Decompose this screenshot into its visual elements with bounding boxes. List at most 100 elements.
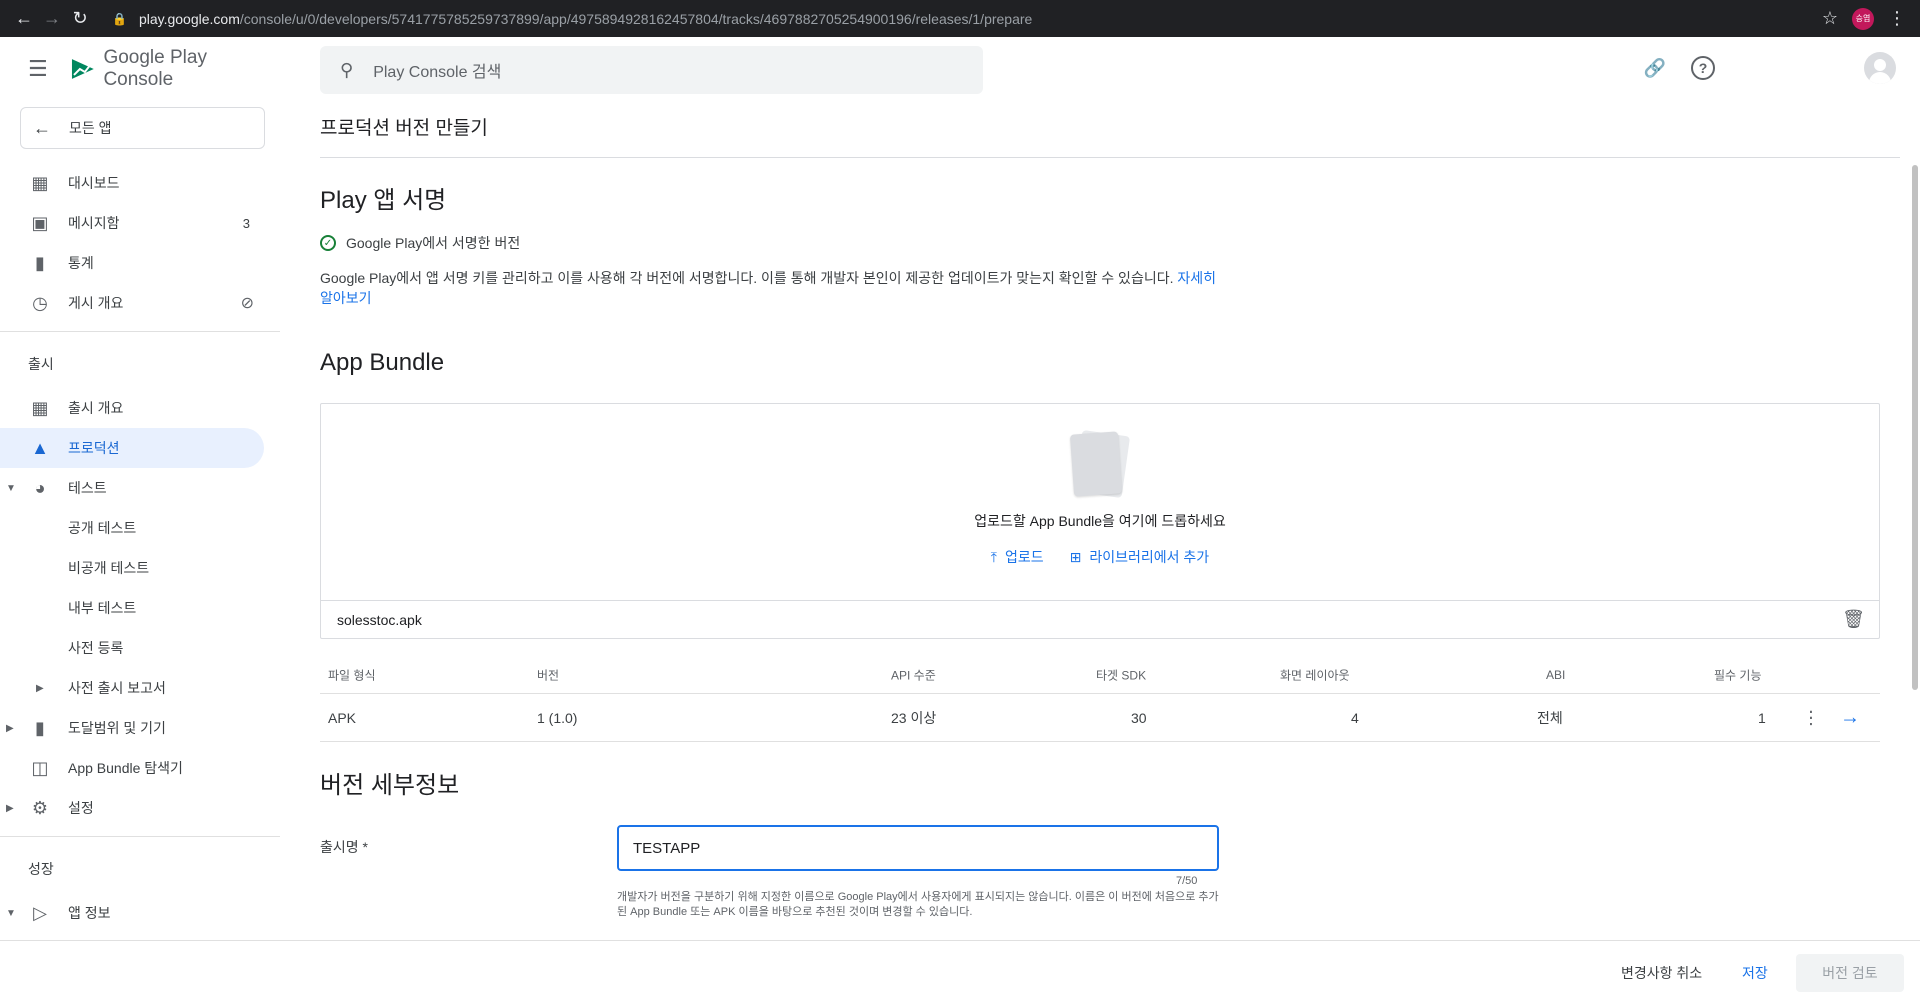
more-vert-icon[interactable]: ⋮ [1802, 707, 1820, 728]
sidebar-item-label: 게시 개요 [68, 295, 124, 311]
sidebar-item-settings[interactable]: ▶ ⚙ 설정 [0, 788, 280, 828]
reload-icon[interactable]: ↻ [66, 5, 94, 33]
avatar-body [1869, 72, 1891, 84]
help-icon[interactable]: ? [1691, 56, 1715, 80]
reach-devices-icon: ▮ [35, 717, 45, 738]
release-name-field[interactable] [617, 825, 1219, 871]
sidebar-divider [0, 836, 280, 837]
url-host: play.google.com [138, 10, 240, 27]
sidebar-item-label: 설정 [68, 800, 94, 816]
publish-overview-icon: ◷ [32, 292, 48, 313]
sidebar-item-label: App Bundle 탐색기 [68, 760, 183, 776]
sidebar-item-pre-registration[interactable]: 사전 등록 [0, 628, 280, 668]
scrollbar[interactable] [1912, 165, 1918, 690]
table-cell: 23 이상 [891, 709, 937, 726]
file-name: solesstoc.apk [337, 611, 422, 628]
sidebar-item-label: 통계 [68, 255, 94, 271]
sidebar-item-dashboard[interactable]: ▦ 대시보드 [0, 163, 280, 203]
sidebar-item-inbox[interactable]: ▣ 메시지함 3 [0, 203, 280, 243]
play-console-logo-icon [71, 59, 94, 79]
review-release-button[interactable]: 버전 검토 [1796, 954, 1904, 992]
caret-right-icon[interactable]: ▶ [6, 803, 14, 814]
sidebar-item-app-bundle-explorer[interactable]: ◫ App Bundle 탐색기 [0, 748, 280, 788]
sidebar-item-label: 메시지함 [68, 215, 120, 231]
title-divider [320, 157, 1900, 158]
sidebar-item-label: 대시보드 [68, 175, 120, 191]
release-name-label: 출시명 * [320, 839, 368, 855]
uploaded-file-row: solesstoc.apk 🗑 [321, 600, 1879, 638]
sidebar-item-publishing-overview[interactable]: ◷ 게시 개요 ⊘ [0, 283, 280, 323]
drop-hint: 업로드할 App Bundle을 여기에 드롭하세요 [974, 513, 1226, 529]
upload-button[interactable]: ⤒ 업로드 [991, 547, 1044, 567]
lock-icon: 🔒 [112, 11, 127, 26]
sidebar-item-reach-devices[interactable]: ▶ ▮ 도달범위 및 기기 [0, 708, 280, 748]
sidebar-divider [0, 331, 280, 332]
sidebar-item-label: 도달범위 및 기기 [68, 720, 166, 736]
all-apps-label: 모든 앱 [69, 120, 112, 136]
sidebar-item-testing[interactable]: ▼ ◕ 테스트 [0, 468, 280, 508]
add-from-library-label: 라이브러리에서 추가 [1089, 549, 1210, 565]
search-icon: ⚲ [340, 59, 354, 80]
action-bar: 변경사항 취소 저장 버전 검토 [0, 940, 1920, 1004]
dashboard-icon: ▦ [31, 172, 49, 193]
signing-description-text: Google Play에서 앱 서명 키를 관리하고 이를 사용해 각 버전에 … [320, 270, 1174, 286]
search-input[interactable]: ⚲ Play Console 검색 [320, 46, 983, 94]
check-circle-icon: ✓ [320, 235, 336, 251]
sidebar-item-release-overview[interactable]: ▦ 출시 개요 [0, 388, 280, 428]
table-cell: APK [328, 709, 357, 726]
all-apps-button[interactable]: ← 모든 앱 [20, 107, 265, 149]
sidebar-item-production[interactable]: ▲ 프로덕션 [0, 428, 264, 468]
menu-icon[interactable]: ☰ [28, 56, 52, 82]
browser-menu-icon[interactable]: ⋮ [1888, 8, 1906, 29]
signing-description: Google Play에서 앱 서명 키를 관리하고 이를 사용해 각 버전에 … [320, 268, 1220, 308]
brand: ☰ Google Play Console [0, 37, 280, 101]
save-button[interactable]: 저장 [1742, 963, 1768, 983]
upload-actions: ⤒ 업로드 ⊞ 라이브러리에서 추가 [321, 547, 1879, 567]
caret-right-icon[interactable]: ▶ [36, 683, 44, 694]
table-header-row: 파일 형식 버전 API 수준 타겟 SDK 화면 레이아웃 ABI 필수 기능 [320, 656, 1880, 694]
brand-name: Google Play Console [103, 47, 207, 90]
link-icon[interactable]: 🔗 [1643, 56, 1667, 80]
sync-off-icon: ⊘ [240, 295, 254, 312]
bookmark-star-icon[interactable]: ☆ [1822, 8, 1838, 29]
bundle-drop-zone[interactable]: 업로드할 App Bundle을 여기에 드롭하세요 ⤒ 업로드 ⊞ 라이브러리… [320, 403, 1880, 639]
table-cell: 1 (1.0) [537, 709, 578, 726]
column-header: ABI [1546, 667, 1566, 682]
sidebar-item-closed-testing[interactable]: 비공개 테스트 [0, 548, 280, 588]
browser-toolbar: ← → ↻ 🔒 play.google.com /console/u/0/dev… [0, 0, 1920, 37]
bundle-table: 파일 형식 버전 API 수준 타겟 SDK 화면 레이아웃 ABI 필수 기능… [320, 656, 1880, 742]
sidebar-item-internal-testing[interactable]: 내부 테스트 [0, 588, 280, 628]
sidebar-item-statistics[interactable]: ▮ 통계 [0, 243, 280, 283]
sidebar: ☰ Google Play Console ← 모든 앱 ▦ 대시보드 ▣ 메시… [0, 37, 280, 937]
back-icon[interactable]: ← [10, 5, 38, 33]
caret-down-icon[interactable]: ▼ [6, 483, 16, 494]
column-header: 버전 [537, 668, 560, 682]
caret-right-icon[interactable]: ▶ [6, 723, 14, 734]
sidebar-item-store-presence[interactable]: ▼ ▷ 앱 정보 [0, 893, 280, 933]
signing-heading: Play 앱 서명 [320, 187, 447, 214]
address-bar[interactable]: 🔒 play.google.com /console/u/0/developer… [112, 11, 1822, 27]
upload-label: 업로드 [1005, 549, 1044, 565]
add-from-library-button[interactable]: ⊞ 라이브러리에서 추가 [1070, 547, 1210, 567]
delete-icon[interactable]: 🗑 [1842, 609, 1865, 630]
sidebar-item-open-testing[interactable]: 공개 테스트 [0, 508, 280, 548]
file-illustration-icon [1069, 429, 1131, 499]
account-avatar[interactable] [1864, 52, 1896, 84]
table-row[interactable]: APK 1 (1.0) 23 이상 30 4 전체 1 ⋮ → [320, 694, 1880, 742]
table-cell: 4 [1351, 709, 1359, 726]
release-name-hint: 개발자가 버전을 구분하기 위해 지정한 이름으로 Google Play에서 … [617, 891, 1219, 918]
column-header: 화면 레이아웃 [1280, 668, 1350, 682]
profile-avatar[interactable]: 승엽 [1852, 7, 1874, 30]
column-header: API 수준 [891, 668, 936, 682]
sidebar-item-pre-launch-report[interactable]: ▶ 사전 출시 보고서 [0, 668, 280, 708]
sidebar-item-label: 사전 출시 보고서 [68, 680, 166, 696]
app-bundle-heading: App Bundle [320, 349, 445, 376]
caret-down-icon[interactable]: ▼ [6, 908, 16, 919]
forward-icon[interactable]: → [38, 5, 66, 33]
browser-nav: ← → ↻ [10, 5, 94, 33]
arrow-forward-icon[interactable]: → [1840, 706, 1860, 729]
avatar-head [1874, 59, 1886, 71]
column-header: 파일 형식 [328, 668, 376, 682]
gear-icon: ⚙ [31, 797, 49, 818]
discard-changes-button[interactable]: 변경사항 취소 [1621, 963, 1702, 983]
